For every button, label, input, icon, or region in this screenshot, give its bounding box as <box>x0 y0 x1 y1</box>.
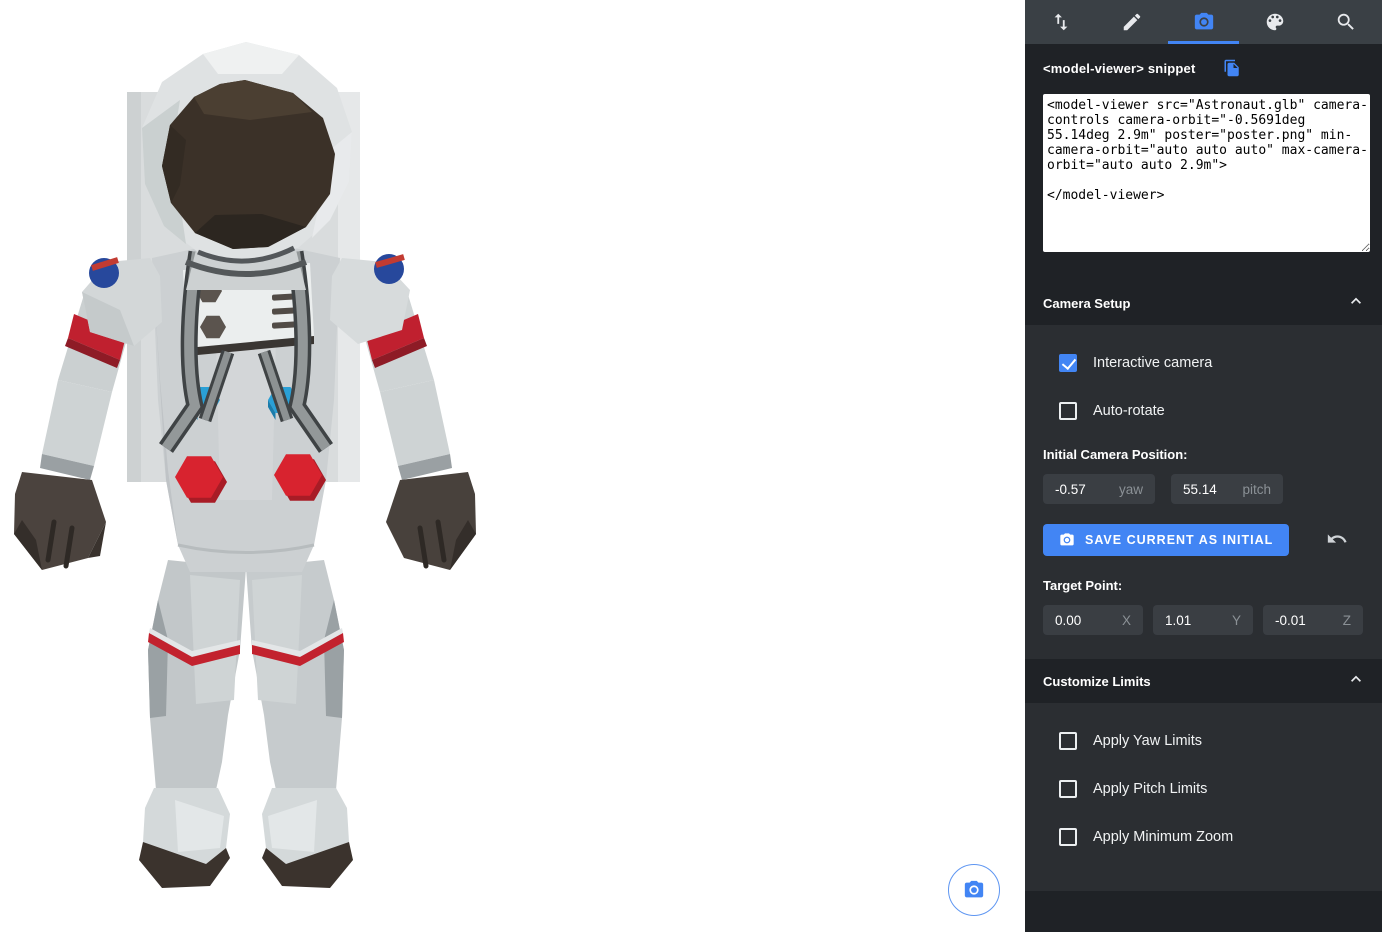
astronaut-3d-model[interactable] <box>0 0 500 932</box>
snippet-title: <model-viewer> snippet <box>1043 61 1196 76</box>
save-button-label: SAVE CURRENT AS INITIAL <box>1085 533 1273 547</box>
chevron-up-icon[interactable] <box>1346 669 1366 694</box>
pitch-input[interactable]: 55.14 pitch <box>1171 474 1283 504</box>
screenshot-fab-button[interactable] <box>948 864 1000 916</box>
apply-yaw-limits-label: Apply Yaw Limits <box>1093 733 1202 749</box>
target-x-input[interactable]: 0.00 X <box>1043 605 1143 635</box>
target-z-value: -0.01 <box>1275 613 1343 628</box>
camera-icon <box>1193 11 1215 33</box>
interactive-camera-checkbox[interactable] <box>1059 354 1077 372</box>
apply-minimum-zoom-label: Apply Minimum Zoom <box>1093 829 1233 845</box>
edit-icon <box>1121 11 1143 33</box>
tab-camera[interactable] <box>1168 0 1239 44</box>
copy-snippet-button[interactable] <box>1222 58 1242 78</box>
apply-pitch-limits-label: Apply Pitch Limits <box>1093 781 1207 797</box>
undo-button[interactable] <box>1326 528 1350 552</box>
apply-yaw-limits-row[interactable]: Apply Yaw Limits <box>1059 729 1364 753</box>
save-current-as-initial-button[interactable]: SAVE CURRENT AS INITIAL <box>1043 524 1289 556</box>
camera-setup-body: Interactive camera Auto-rotate Initial C… <box>1025 325 1382 659</box>
auto-rotate-checkbox-row[interactable]: Auto-rotate <box>1059 399 1364 423</box>
target-x-suffix: X <box>1122 613 1131 628</box>
yaw-suffix: yaw <box>1119 482 1143 497</box>
target-z-input[interactable]: -0.01 Z <box>1263 605 1363 635</box>
chevron-up-icon[interactable] <box>1346 291 1366 316</box>
apply-pitch-limits-row[interactable]: Apply Pitch Limits <box>1059 777 1364 801</box>
pitch-value: 55.14 <box>1183 482 1242 497</box>
initial-camera-position-label: Initial Camera Position: <box>1043 447 1364 462</box>
undo-icon <box>1326 528 1348 550</box>
camera-setup-title: Camera Setup <box>1043 296 1130 311</box>
target-z-suffix: Z <box>1343 613 1351 628</box>
apply-minimum-zoom-checkbox[interactable] <box>1059 828 1077 846</box>
helmet <box>142 42 352 262</box>
yaw-value: -0.57 <box>1055 482 1119 497</box>
target-x-value: 0.00 <box>1055 613 1122 628</box>
snippet-code-textarea[interactable]: <model-viewer src="Astronaut.glb" camera… <box>1043 94 1370 252</box>
target-y-input[interactable]: 1.01 Y <box>1153 605 1253 635</box>
panel-tabbar <box>1025 0 1382 44</box>
interactive-camera-label: Interactive camera <box>1093 355 1212 371</box>
pitch-suffix: pitch <box>1242 482 1271 497</box>
auto-rotate-label: Auto-rotate <box>1093 403 1165 419</box>
customize-limits-title: Customize Limits <box>1043 674 1151 689</box>
target-y-suffix: Y <box>1232 613 1241 628</box>
editor-panel: <model-viewer> snippet <model-viewer src… <box>1025 0 1382 932</box>
search-icon <box>1335 11 1357 33</box>
tab-edit[interactable] <box>1096 0 1167 44</box>
yaw-input[interactable]: -0.57 yaw <box>1043 474 1155 504</box>
apply-yaw-limits-checkbox[interactable] <box>1059 732 1077 750</box>
target-y-value: 1.01 <box>1165 613 1232 628</box>
model-viewport[interactable] <box>0 0 1025 932</box>
tab-materials[interactable] <box>1239 0 1310 44</box>
snippet-section: <model-viewer> snippet <model-viewer src… <box>1025 44 1382 265</box>
customize-limits-header[interactable]: Customize Limits <box>1025 659 1382 703</box>
import-export-icon <box>1050 11 1072 33</box>
auto-rotate-checkbox[interactable] <box>1059 402 1077 420</box>
copy-icon <box>1223 59 1241 77</box>
tab-inspector[interactable] <box>1311 0 1382 44</box>
apply-minimum-zoom-row[interactable]: Apply Minimum Zoom <box>1059 825 1364 849</box>
camera-icon <box>963 879 985 901</box>
palette-icon <box>1264 11 1286 33</box>
tab-import-export[interactable] <box>1025 0 1096 44</box>
target-point-label: Target Point: <box>1043 578 1364 593</box>
customize-limits-body: Apply Yaw Limits Apply Pitch Limits Appl… <box>1025 703 1382 891</box>
apply-pitch-limits-checkbox[interactable] <box>1059 780 1077 798</box>
camera-setup-header[interactable]: Camera Setup <box>1025 281 1382 325</box>
interactive-camera-checkbox-row[interactable]: Interactive camera <box>1059 351 1364 375</box>
panel-footer <box>1025 891 1382 932</box>
camera-icon <box>1059 532 1075 548</box>
